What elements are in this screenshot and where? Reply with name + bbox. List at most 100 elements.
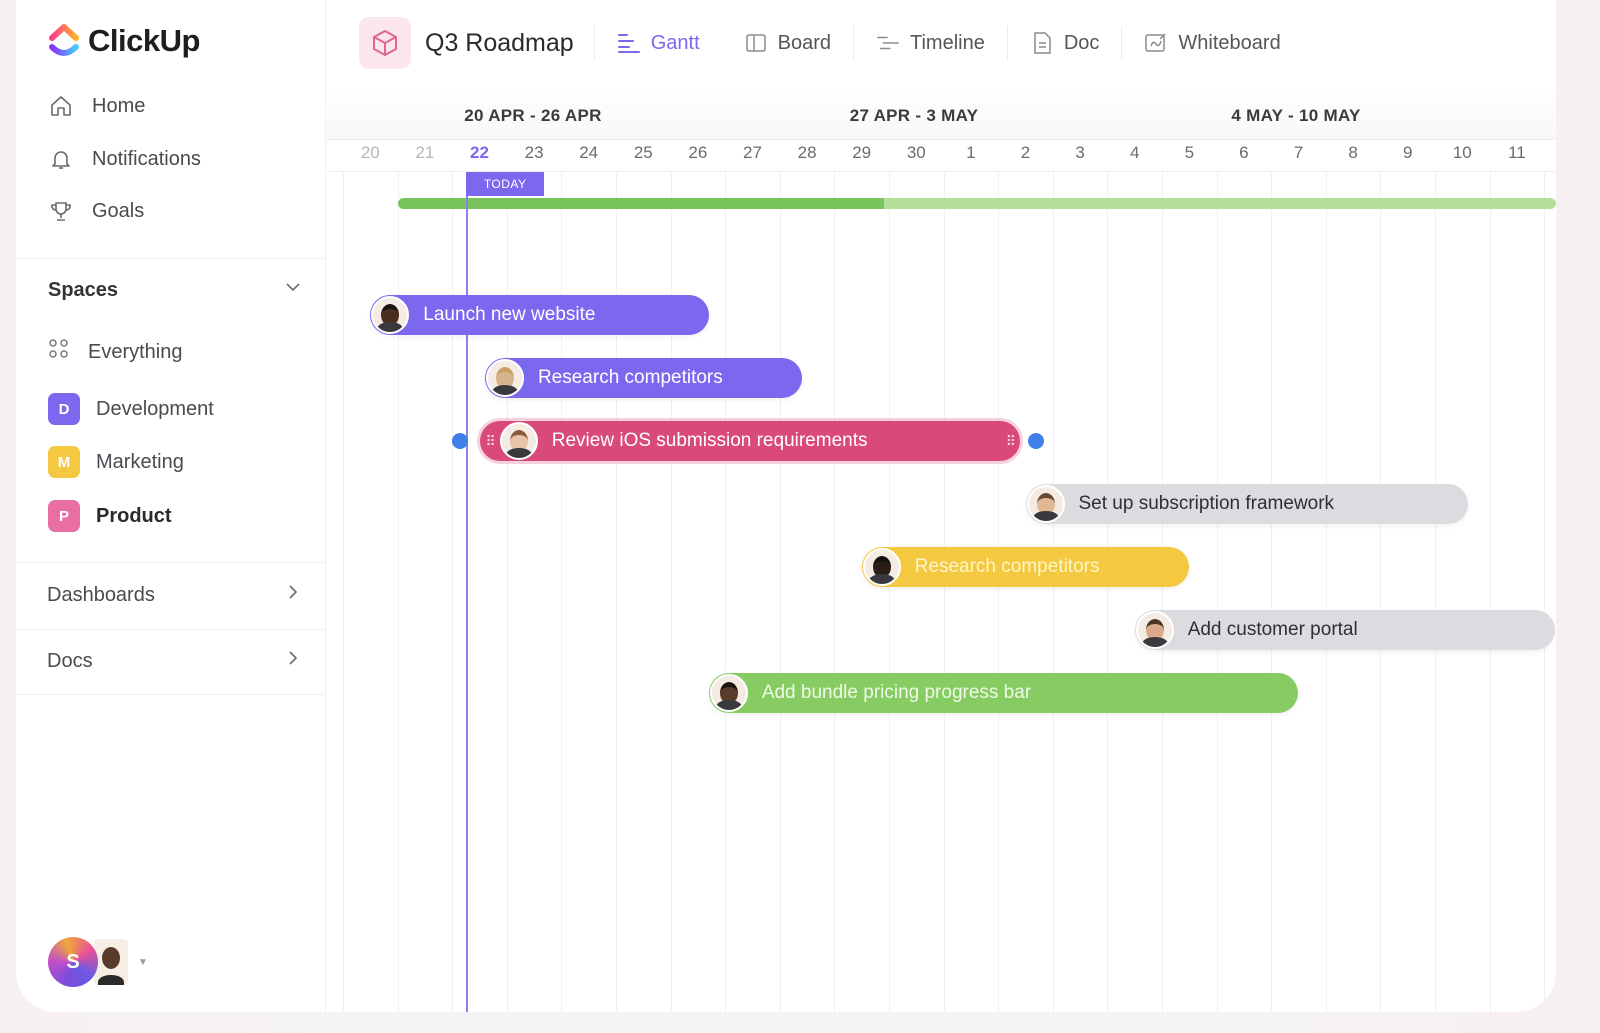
grid-line: [1435, 172, 1436, 1012]
sidebar-divider: [16, 258, 326, 259]
grid-line: [1107, 172, 1109, 1012]
task-name: Add customer portal: [1187, 619, 1358, 640]
dependency-handle-start[interactable]: [451, 433, 468, 449]
grid-line: [725, 172, 727, 1012]
assignee-avatar[interactable]: [1026, 485, 1065, 523]
sidebar-divider: [16, 694, 326, 695]
day-label: 24: [579, 143, 599, 162]
tab-gantt[interactable]: Gantt: [595, 23, 722, 63]
grid-line: [998, 172, 1000, 1012]
space-badge: M: [48, 446, 80, 478]
space-label: Marketing: [96, 450, 184, 473]
day-label: 30: [906, 143, 926, 162]
grid-line: [1325, 172, 1327, 1012]
day-label: 8: [1348, 143, 1358, 162]
gantt-chart: 20 APR - 26 APR 27 APR - 3 MAY 4 MAY - 1…: [327, 86, 1556, 1012]
sidebar-item-docs[interactable]: Docs: [47, 648, 303, 674]
task-bar[interactable]: Research competitors: [484, 358, 802, 398]
user-avatar[interactable]: [94, 939, 128, 985]
task-bar[interactable]: Add customer portal: [1134, 610, 1556, 650]
sidebar-space-product[interactable]: P Product: [48, 500, 172, 532]
assignee-avatar[interactable]: [499, 422, 538, 460]
space-badge: P: [48, 500, 80, 532]
tab-label: Whiteboard: [1178, 31, 1281, 54]
day-label: 22: [470, 143, 489, 162]
day-label: 5: [1184, 143, 1195, 162]
assignee-avatar[interactable]: [1135, 611, 1174, 649]
workspace-avatar[interactable]: S: [48, 937, 98, 987]
bell-icon: [48, 146, 74, 172]
grid-line: [1216, 172, 1218, 1012]
tab-label: Timeline: [910, 31, 985, 54]
sidebar-item-label: Everything: [88, 340, 183, 363]
task-bar[interactable]: Launch new website: [370, 295, 709, 335]
caret-down-icon[interactable]: ▼: [138, 957, 148, 968]
sidebar-item-home[interactable]: Home: [48, 91, 145, 121]
sidebar-item-goals[interactable]: Goals: [48, 196, 144, 226]
assignee-avatar[interactable]: [485, 359, 524, 397]
day-label: 26: [688, 143, 708, 162]
day-label: 2: [1020, 143, 1031, 162]
tab-label: Doc: [1063, 31, 1100, 54]
trophy-icon: [48, 198, 74, 224]
day-label: 6: [1239, 143, 1249, 162]
timeline-icon: [876, 31, 900, 55]
doc-icon: [1030, 31, 1054, 55]
spaces-header[interactable]: Spaces: [48, 277, 303, 303]
sidebar-item-label: Goals: [92, 199, 145, 222]
assignee-avatar[interactable]: [709, 674, 748, 712]
day-label: 4: [1129, 143, 1140, 162]
day-label: 29: [852, 143, 872, 162]
drag-handle-right[interactable]: ⠿: [1006, 433, 1016, 450]
user-menu[interactable]: S ▼: [48, 937, 148, 987]
day-label: 20: [360, 143, 380, 162]
day-label: 9: [1402, 143, 1413, 162]
sidebar: ClickUp Home Notifications Goals Spaces: [16, 0, 326, 1012]
grid-line: [779, 172, 781, 1012]
grid-line: [889, 172, 890, 1012]
grid-line: [1380, 172, 1382, 1012]
task-name: Review iOS submission requirements: [551, 430, 868, 451]
task-bar[interactable]: Add bundle pricing progress bar: [708, 673, 1299, 713]
drag-handle-left[interactable]: ⠿: [486, 433, 496, 450]
assignee-avatar[interactable]: [371, 296, 410, 334]
app-window: ClickUp Home Notifications Goals Spaces: [16, 0, 1556, 1012]
tab-doc[interactable]: Doc: [1008, 23, 1122, 63]
space-label: Development: [96, 397, 214, 420]
day-label: 7: [1293, 143, 1304, 162]
app-name: ClickUp: [88, 23, 200, 58]
assignee-avatar[interactable]: [862, 548, 901, 586]
grid-line: [1489, 172, 1491, 1012]
task-bar[interactable]: ⠿ Review iOS submission requirements ⠿: [479, 421, 1021, 461]
dependency-handle-end[interactable]: [1028, 433, 1045, 449]
grid-line: [1544, 172, 1546, 1012]
grid-line: [1162, 172, 1163, 1012]
sidebar-item-everything[interactable]: Everything: [48, 338, 183, 366]
sidebar-space-development[interactable]: D Development: [48, 393, 214, 425]
gantt-icon: [617, 31, 641, 55]
clickup-logo[interactable]: ClickUp: [48, 22, 200, 60]
day-label: 10: [1452, 143, 1472, 162]
sidebar-item-label: Home: [92, 94, 146, 117]
week-label: 4 MAY - 10 MAY: [1231, 106, 1361, 125]
task-bar[interactable]: Research competitors: [861, 547, 1190, 587]
chevron-down-icon[interactable]: [283, 277, 303, 303]
sidebar-item-label: Dashboards: [47, 583, 155, 606]
tab-whiteboard[interactable]: Whiteboard: [1122, 23, 1302, 63]
tab-label: Board: [777, 31, 831, 54]
grid-line: [1052, 172, 1054, 1012]
week-label: 27 APR - 3 MAY: [849, 106, 979, 125]
grid-line: [943, 172, 945, 1012]
sidebar-item-notifications[interactable]: Notifications: [48, 144, 201, 174]
tab-board[interactable]: Board: [722, 23, 853, 63]
day-label: 23: [524, 143, 544, 162]
task-bar[interactable]: Set up subscription framework: [1025, 484, 1468, 524]
sidebar-space-marketing[interactable]: M Marketing: [48, 446, 184, 478]
board-icon: [744, 31, 768, 55]
day-label: 27: [743, 143, 762, 162]
sidebar-item-dashboards[interactable]: Dashboards: [47, 582, 303, 608]
task-name: Set up subscription framework: [1078, 493, 1335, 514]
today-marker: TODAY: [466, 172, 545, 196]
whiteboard-icon: [1144, 31, 1168, 55]
tab-timeline[interactable]: Timeline: [854, 23, 1007, 63]
